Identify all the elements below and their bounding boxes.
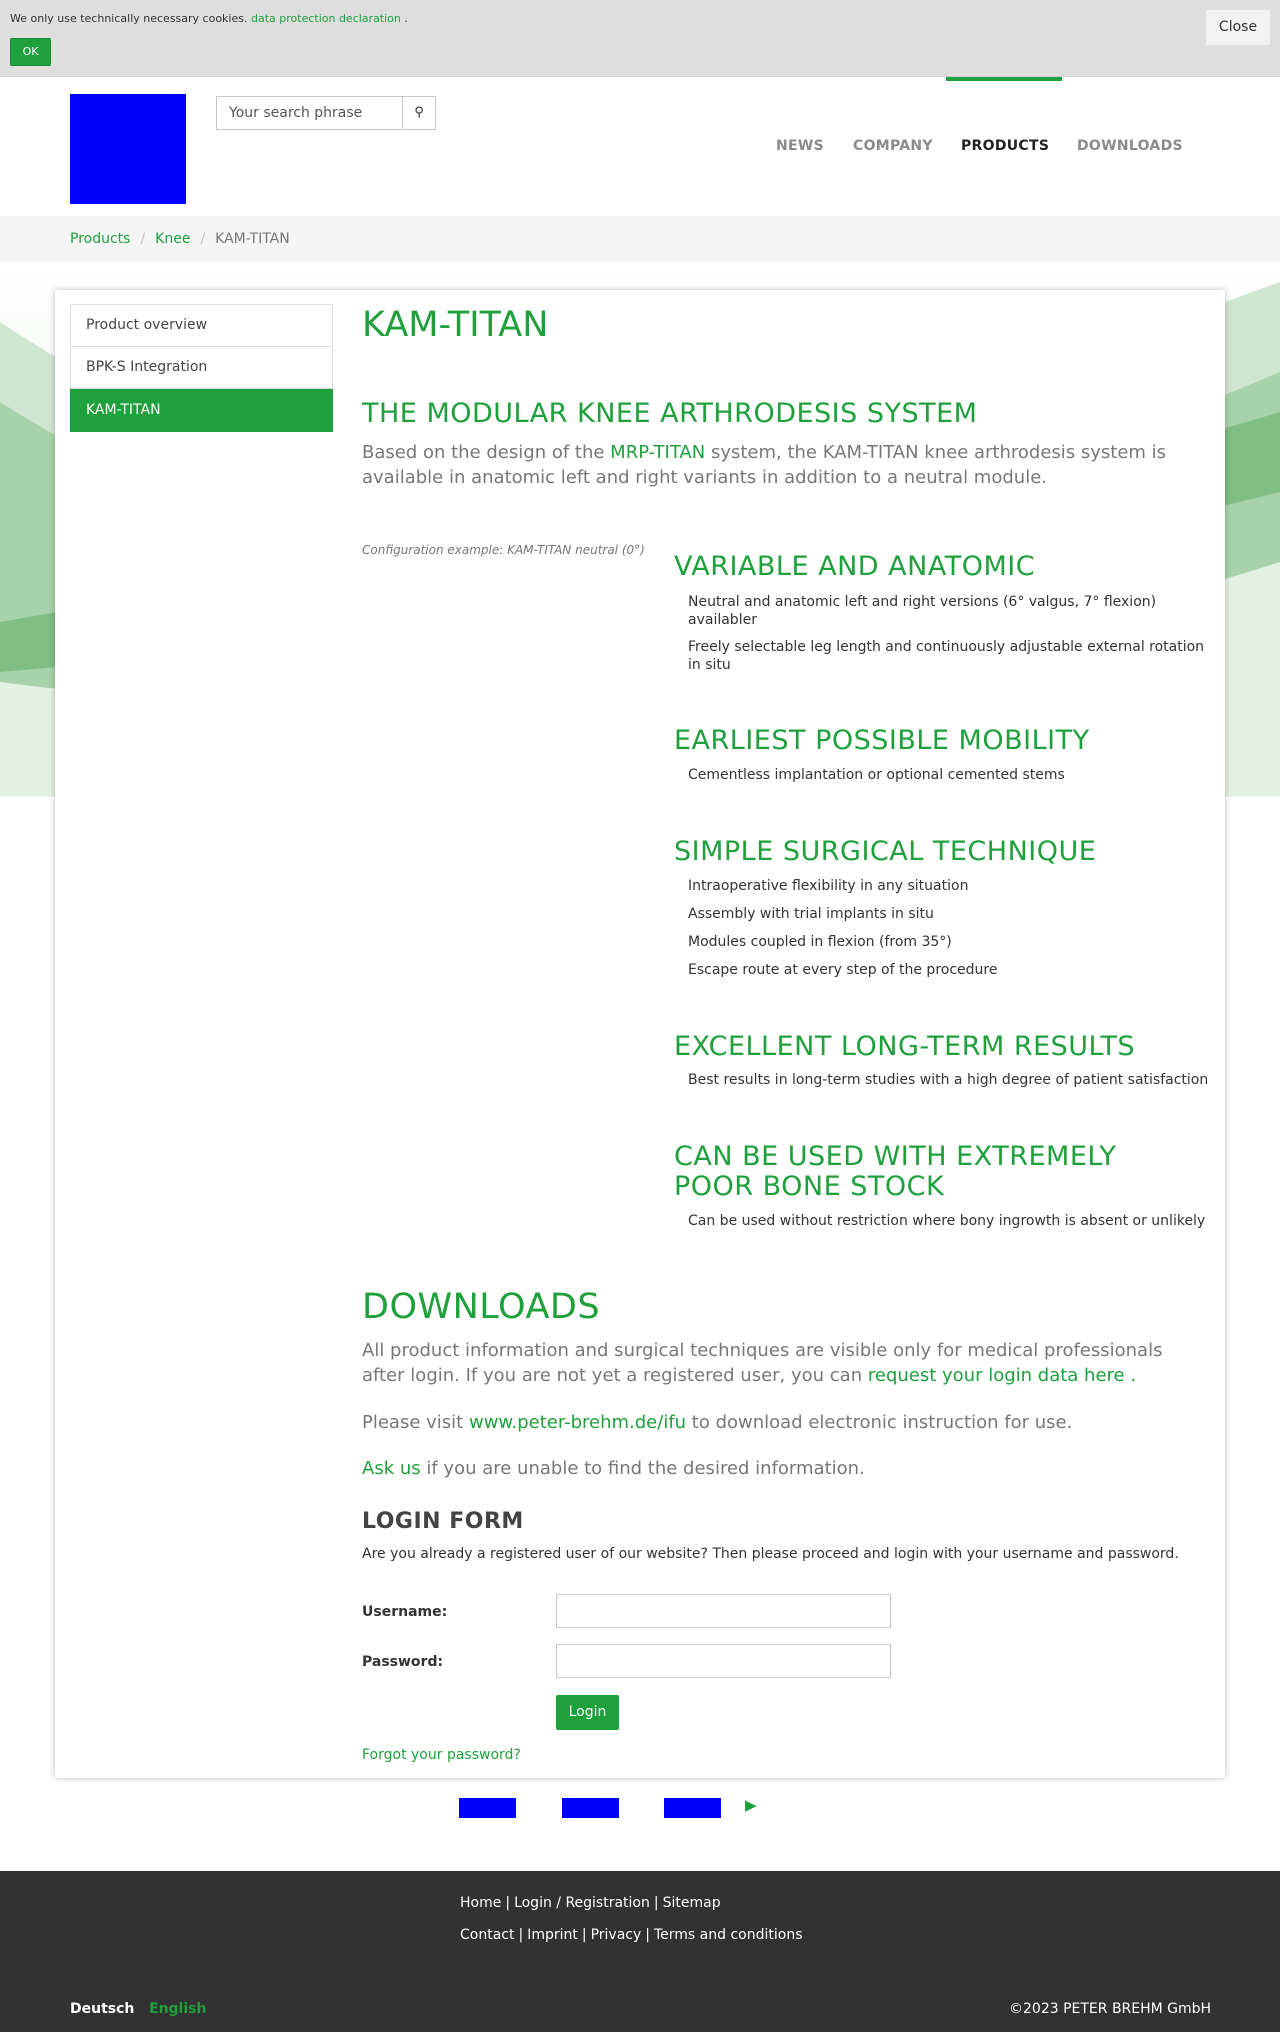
footer-separator: |	[581, 1927, 587, 1943]
request-login-link-end: .	[1130, 1365, 1137, 1386]
footer-separator: |	[645, 1927, 650, 1943]
downloads-text-2: after login. If you are not yet a regist…	[362, 1365, 863, 1386]
footer-separator: |	[505, 1895, 511, 1911]
cookie-close-button[interactable]: Close	[1206, 10, 1270, 45]
search-input[interactable]	[216, 96, 403, 130]
forgot-password-link[interactable]: Forgot your password?	[362, 1747, 521, 1763]
request-login-link[interactable]: request your login data here	[868, 1365, 1125, 1386]
password-label: Password:	[362, 1654, 444, 1670]
cookie-text: We only use technically necessary cookie…	[10, 12, 248, 25]
intro-text: Based on the design of the	[362, 442, 605, 463]
breadcrumb-knee[interactable]: Knee	[155, 231, 190, 247]
footer-privacy-link[interactable]: Privacy	[591, 1927, 642, 1943]
copyright: ©2023 PETER BREHM GmbH	[1009, 2001, 1212, 2017]
password-field[interactable]	[556, 1644, 891, 1678]
page-title: KAM-TITAN	[362, 305, 549, 345]
search-icon: ⚲	[414, 105, 424, 120]
partner-logo[interactable]	[459, 1798, 516, 1818]
breadcrumb-products[interactable]: Products	[70, 231, 130, 247]
social-icon[interactable]: ▶	[745, 1796, 757, 1814]
footer-separator: |	[518, 1927, 524, 1943]
ifu-text-end: to download electronic instruction for u…	[691, 1412, 1073, 1433]
language-deutsch[interactable]: Deutsch	[70, 2001, 134, 2017]
footer-sitemap-link[interactable]: Sitemap	[663, 1895, 721, 1911]
nav-company[interactable]: COMPANY	[853, 138, 933, 154]
nav-products[interactable]: PRODUCTS	[961, 138, 1049, 154]
data-protection-link[interactable]: data protection declaration	[251, 12, 401, 25]
feature-heading: CAN BE USED WITH EXTREMELY POOR BONE STO…	[674, 1142, 1116, 1202]
breadcrumb-bar: Products / Knee / KAM-TITAN	[0, 216, 1280, 262]
username-label: Username:	[362, 1604, 448, 1620]
ask-us-link[interactable]: Ask us	[362, 1458, 421, 1479]
login-button[interactable]: Login	[556, 1695, 619, 1730]
footer-links-row-1: Home | Login / Registration | Sitemap	[460, 1895, 721, 1911]
intro-paragraph: Based on the design of the MRP-TITAN sys…	[362, 440, 1192, 490]
ifu-paragraph: Please visit www.peter-brehm.de/ifu to d…	[362, 1410, 1192, 1435]
ifu-link[interactable]: www.peter-brehm.de/ifu	[469, 1412, 686, 1433]
feature-item: Neutral and anatomic left and right vers…	[688, 594, 1157, 628]
partner-logo[interactable]	[664, 1798, 721, 1818]
footer-contact-link[interactable]: Contact	[460, 1927, 514, 1943]
downloads-text-1: All product information and surgical tec…	[362, 1340, 1163, 1361]
nav-news[interactable]: NEWS	[776, 138, 824, 154]
feature-item: Escape route at every step of the proced…	[688, 962, 998, 978]
feature-item: Assembly with trial implants in situ	[688, 906, 934, 922]
footer-imprint-link[interactable]: Imprint	[527, 1927, 578, 1943]
page-subtitle: THE MODULAR KNEE ARTHRODESIS SYSTEM	[362, 398, 978, 429]
mrp-titan-link[interactable]: MRP-TITAN	[610, 442, 705, 463]
feature-heading-line2: POOR BONE STOCK	[674, 1171, 945, 1202]
username-field[interactable]	[556, 1594, 891, 1628]
feature-item: Cementless implantation or optional ceme…	[688, 767, 1065, 783]
cookie-text-end: .	[404, 12, 408, 25]
partner-logo[interactable]	[562, 1798, 619, 1818]
feature-heading: VARIABLE AND ANATOMIC	[674, 551, 1036, 582]
ask-us-text: if you are unable to find the desired in…	[426, 1458, 865, 1479]
search-button[interactable]: ⚲	[402, 96, 436, 130]
login-form-title: LOGIN FORM	[362, 1509, 524, 1534]
sidebar-item-bpk-s-integration[interactable]: BPK-S Integration	[70, 346, 333, 389]
feature-item: Can be used without restriction where bo…	[688, 1213, 1206, 1229]
nav-downloads[interactable]: DOWNLOADS	[1077, 138, 1183, 154]
feature-item: Modules coupled in flexion (from 35°)	[688, 934, 952, 950]
feature-heading: SIMPLE SURGICAL TECHNIQUE	[674, 836, 1097, 867]
cookie-ok-button[interactable]: OK	[10, 38, 51, 66]
company-logo[interactable]	[70, 94, 186, 204]
footer-login-link[interactable]: Login / Registration	[514, 1895, 650, 1911]
feature-item: Freely selectable leg length and continu…	[688, 639, 1205, 673]
downloads-title: DOWNLOADS	[362, 1287, 601, 1327]
feature-heading-line1: CAN BE USED WITH EXTREMELY	[674, 1141, 1117, 1172]
feature-heading: EXCELLENT LONG-TERM RESULTS	[674, 1031, 1136, 1062]
nav-active-indicator	[946, 77, 1062, 81]
image-caption: Configuration example: KAM-TITAN neutral…	[362, 543, 645, 557]
footer-separator: |	[653, 1895, 659, 1911]
breadcrumb-separator: /	[200, 231, 206, 247]
footer-terms-link[interactable]: Terms and conditions	[654, 1927, 803, 1943]
downloads-info: All product information and surgical tec…	[362, 1338, 1192, 1388]
sidebar-item-product-overview[interactable]: Product overview	[70, 304, 333, 347]
breadcrumb-current: KAM-TITAN	[215, 231, 290, 247]
cookie-notice: We only use technically necessary cookie…	[10, 12, 408, 25]
cookie-bar: We only use technically necessary cookie…	[0, 0, 1280, 77]
breadcrumb: Products / Knee / KAM-TITAN	[70, 231, 290, 247]
ask-us-paragraph: Ask us if you are unable to find the des…	[362, 1456, 1192, 1481]
login-intro: Are you already a registered user of our…	[362, 1546, 1179, 1562]
feature-item: Intraoperative flexibility in any situat…	[688, 878, 969, 894]
sidebar-item-kam-titan[interactable]: KAM-TITAN	[70, 389, 333, 432]
ifu-text: Please visit	[362, 1412, 464, 1433]
footer-home-link[interactable]: Home	[460, 1895, 501, 1911]
language-english[interactable]: English	[149, 2001, 206, 2017]
footer-links-row-2: Contact | Imprint | Privacy | Terms and condit…	[460, 1927, 803, 1943]
feature-heading: EARLIEST POSSIBLE MOBILITY	[674, 725, 1090, 756]
breadcrumb-separator: /	[140, 231, 146, 247]
feature-item: Best results in long-term studies with a…	[688, 1072, 1209, 1088]
